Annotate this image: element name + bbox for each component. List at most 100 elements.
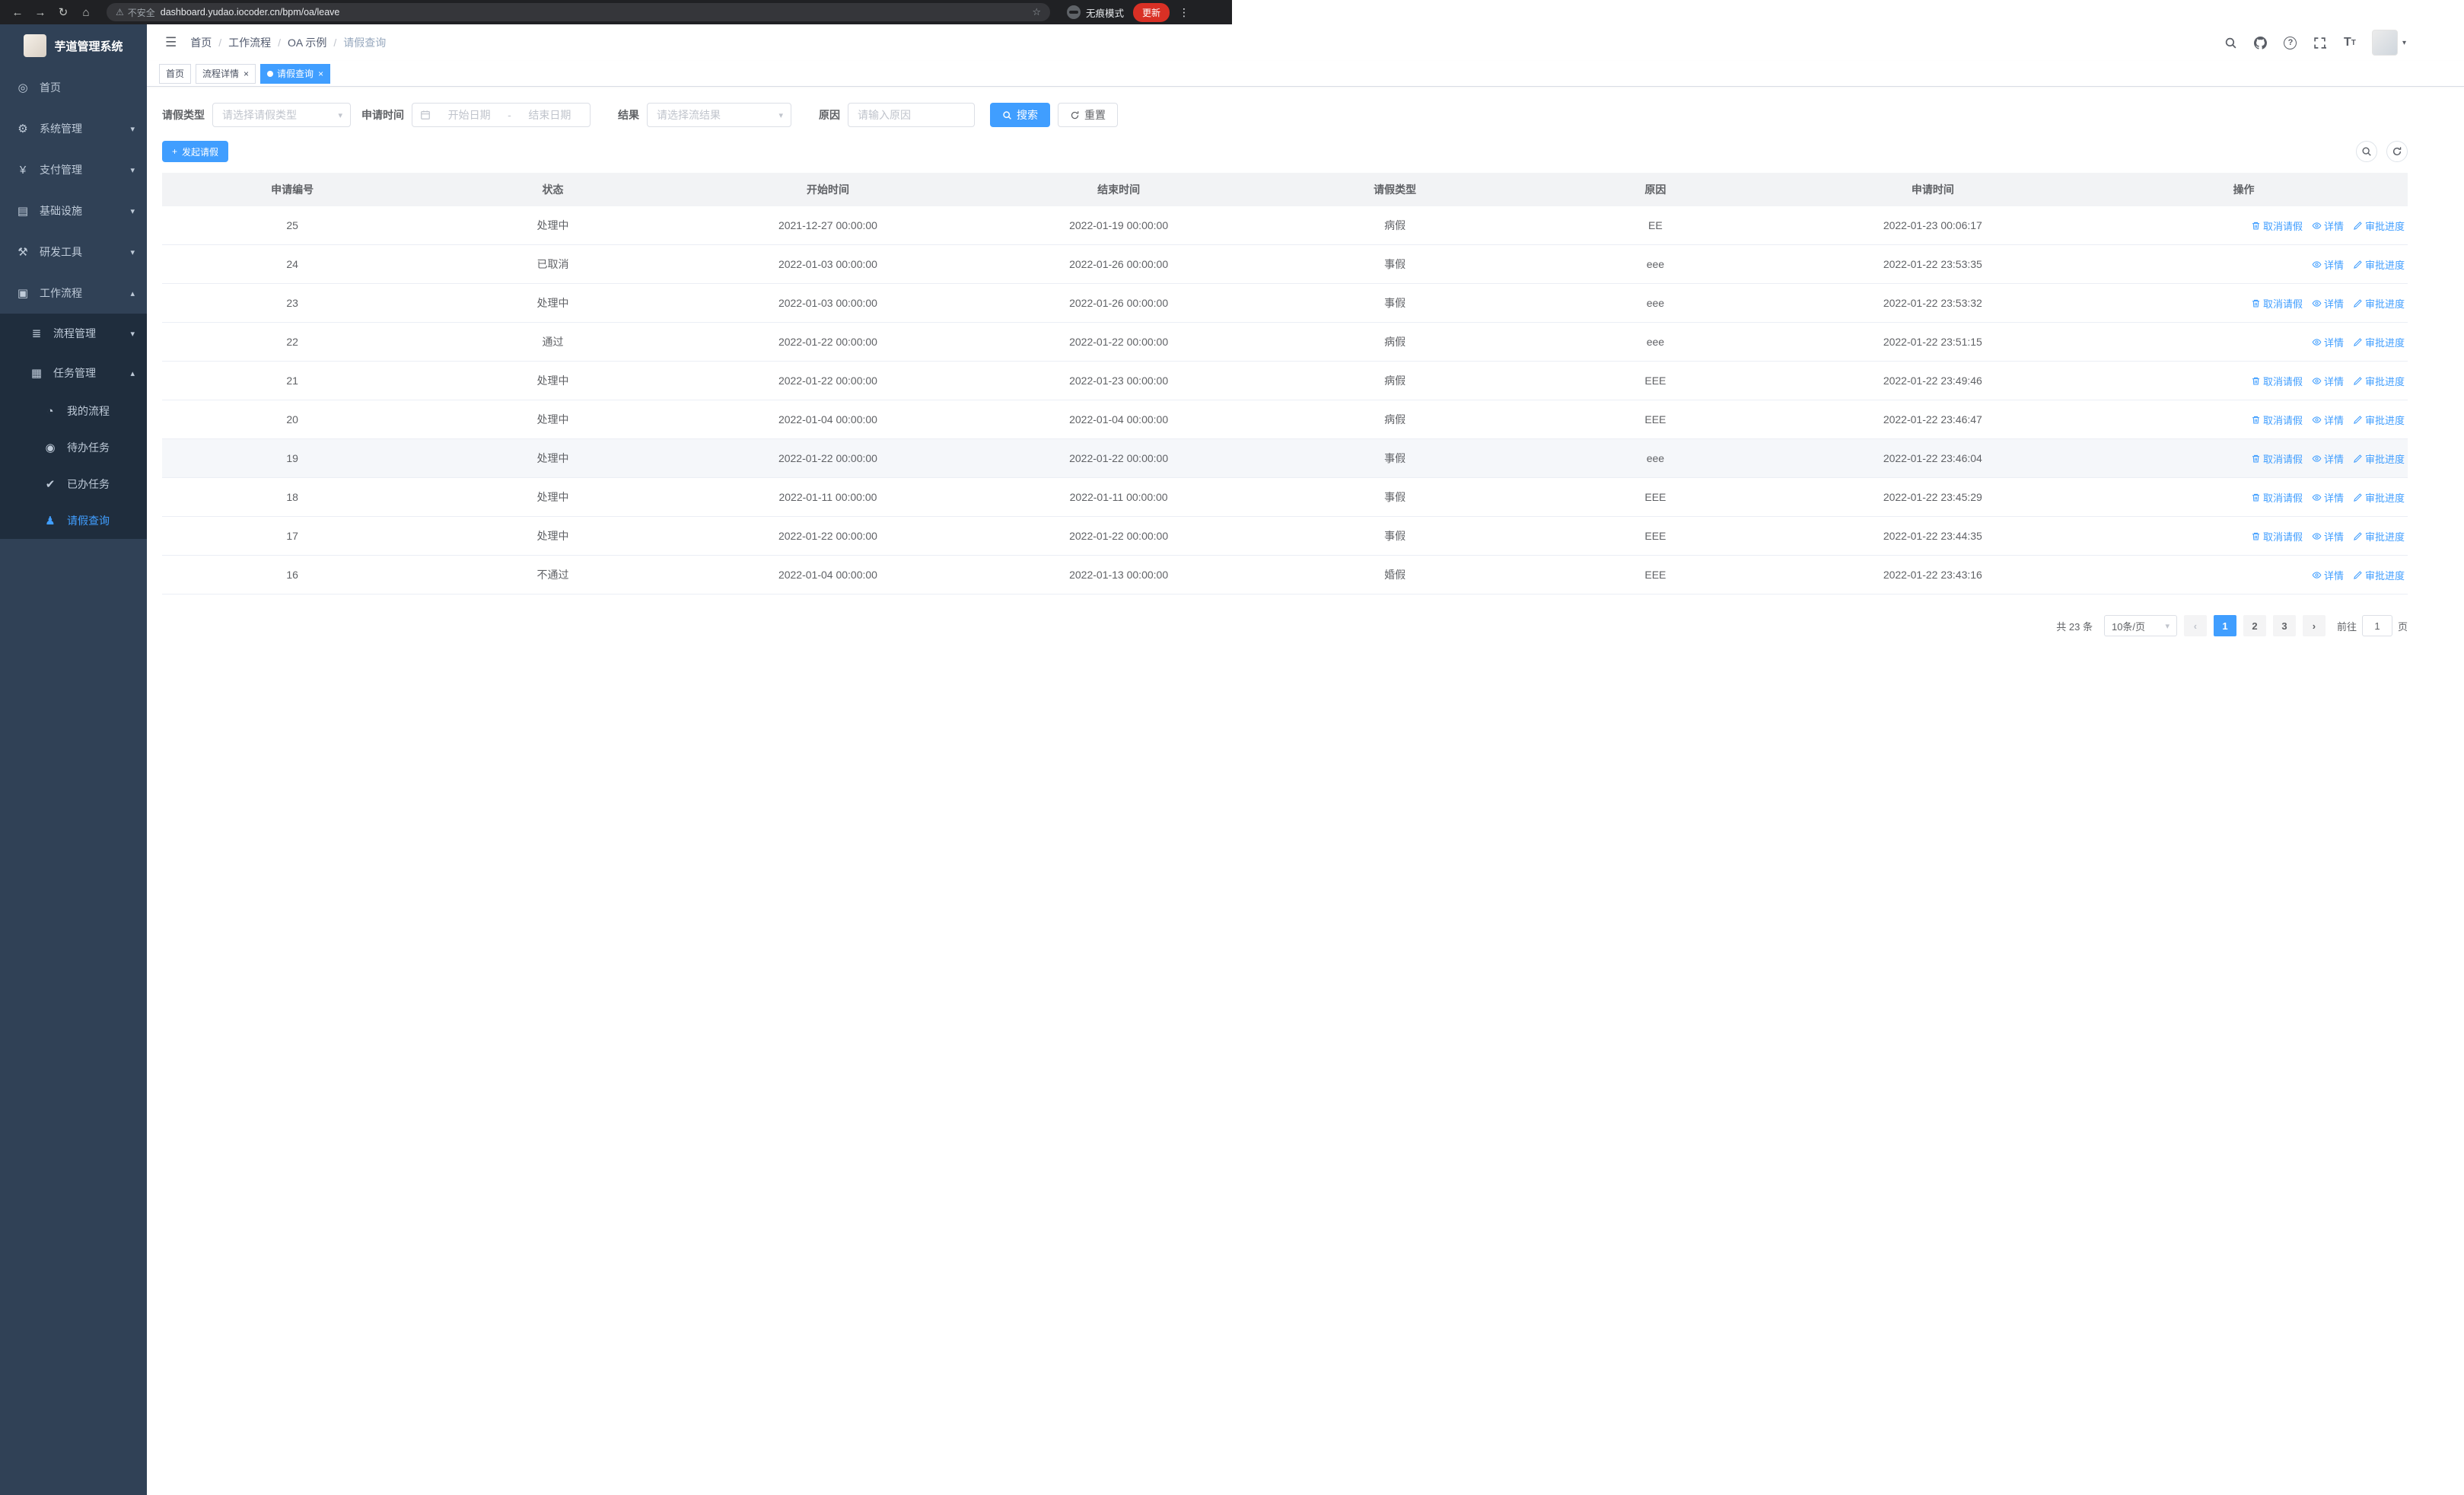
approval-progress-link[interactable]: 审批进度 — [2353, 257, 2405, 272]
approval-progress-link[interactable]: 审批进度 — [2353, 529, 2405, 543]
avatar — [2371, 30, 2398, 56]
result-select[interactable]: 请选择流结果 ▾ — [647, 103, 791, 127]
cancel-leave-link[interactable]: 取消请假 — [2251, 413, 2303, 427]
filter-form: 请假类型 请选择请假类型 ▾ 申请时间 开始日期 - 结束日期 结果 请选择流结 — [162, 103, 2408, 127]
reload-icon[interactable]: ↻ — [53, 2, 73, 22]
tab-leave-query[interactable]: 请假查询 × — [260, 63, 331, 84]
search-button[interactable]: 搜索 — [990, 103, 1050, 127]
cancel-leave-link[interactable]: 取消请假 — [2251, 218, 2303, 233]
sidebar-item-devtools[interactable]: ⚒ 研发工具 ▾ — [0, 231, 147, 273]
user-menu[interactable]: ▾ — [2371, 30, 2406, 56]
cancel-leave-link[interactable]: 取消请假 — [2251, 451, 2303, 466]
trash-icon — [2251, 531, 2261, 541]
sidebar-item-todo-tasks[interactable]: ◉ 待办任务 — [0, 429, 147, 466]
detail-link[interactable]: 详情 — [2312, 568, 2344, 582]
tab-process-detail[interactable]: 流程详情 × — [196, 63, 256, 84]
close-icon[interactable]: × — [244, 69, 249, 78]
chevron-up-icon: ▴ — [130, 368, 135, 378]
cancel-leave-link[interactable]: 取消请假 — [2251, 374, 2303, 388]
close-icon[interactable]: × — [318, 69, 323, 78]
prev-page-button[interactable]: ‹ — [2183, 615, 2207, 636]
goto-page-input[interactable] — [2361, 615, 2392, 636]
trash-icon — [2251, 454, 2261, 464]
table-row[interactable]: 24 已取消 2022-01-03 00:00:00 2022-01-26 00:00… — [162, 244, 2408, 284]
sidebar-item-my-process[interactable]: ◔ 我的流程 — [0, 393, 147, 429]
caret-down-icon: ▾ — [2402, 38, 2406, 47]
url-bar[interactable]: ⚠ 不安全 dashboard.yudao.iocoder.cn/bpm/oa/… — [107, 3, 1050, 21]
col-start-time: 开始时间 — [683, 173, 973, 206]
sidebar-item-task-management[interactable]: ▦ 任务管理 ▴ — [0, 353, 147, 393]
reset-button[interactable]: 重置 — [1058, 103, 1118, 127]
approval-progress-link[interactable]: 审批进度 — [2353, 296, 2405, 311]
page-button-1[interactable]: 1 — [2213, 615, 2236, 636]
forward-icon[interactable]: → — [30, 2, 50, 22]
detail-link[interactable]: 详情 — [2312, 413, 2344, 427]
sidebar-item-infrastructure[interactable]: ▤ 基础设施 ▾ — [0, 190, 147, 231]
cancel-leave-link[interactable]: 取消请假 — [2251, 490, 2303, 505]
approval-progress-link[interactable]: 审批进度 — [2353, 568, 2405, 582]
detail-link[interactable]: 详情 — [2312, 335, 2344, 349]
cancel-leave-link[interactable]: 取消请假 — [2251, 296, 2303, 311]
sidebar-item-done-tasks[interactable]: ✔ 已办任务 — [0, 466, 147, 502]
detail-link[interactable]: 详情 — [2312, 490, 2344, 505]
create-leave-button[interactable]: + 发起请假 — [162, 141, 229, 162]
detail-link[interactable]: 详情 — [2312, 451, 2344, 466]
page-button-2[interactable]: 2 — [2243, 615, 2266, 636]
sidebar-item-system[interactable]: ⚙ 系统管理 ▾ — [0, 108, 147, 149]
table-row[interactable]: 16 不通过 2022-01-04 00:00:00 2022-01-13 00:00… — [162, 555, 2408, 594]
table-row[interactable]: 19 处理中 2022-01-22 00:00:00 2022-01-22 00:00… — [162, 438, 2408, 478]
detail-link[interactable]: 详情 — [2312, 257, 2344, 272]
approval-progress-link[interactable]: 审批进度 — [2353, 490, 2405, 505]
cancel-leave-link[interactable]: 取消请假 — [2251, 529, 2303, 543]
home-icon[interactable]: ⌂ — [76, 2, 96, 22]
app-logo[interactable]: 芋道管理系统 — [0, 24, 147, 67]
sidebar-item-payment[interactable]: ¥ 支付管理 ▾ — [0, 149, 147, 190]
help-icon[interactable]: ? — [2283, 35, 2298, 50]
table-row[interactable]: 20 处理中 2022-01-04 00:00:00 2022-01-04 00:00… — [162, 400, 2408, 439]
apply-time-range-picker[interactable]: 开始日期 - 结束日期 — [412, 103, 591, 127]
toggle-search-button[interactable] — [2356, 141, 2377, 162]
table-row[interactable]: 21 处理中 2022-01-22 00:00:00 2022-01-23 00:00… — [162, 361, 2408, 400]
refresh-table-button[interactable] — [2386, 141, 2408, 162]
approval-progress-link[interactable]: 审批进度 — [2353, 374, 2405, 388]
breadcrumb-item[interactable]: 工作流程 — [212, 35, 271, 50]
reason-input[interactable] — [858, 109, 965, 121]
collapse-sidebar-icon[interactable]: ☰ — [158, 35, 184, 50]
table-row[interactable]: 25 处理中 2021-12-27 00:00:00 2022-01-19 00:00… — [162, 206, 2408, 245]
sidebar-item-process-management[interactable]: ≣ 流程管理 ▾ — [0, 314, 147, 353]
approval-progress-link[interactable]: 审批进度 — [2353, 451, 2405, 466]
fullscreen-icon[interactable] — [2313, 35, 2328, 50]
approval-progress-link[interactable]: 审批进度 — [2353, 218, 2405, 233]
page-button-3[interactable]: 3 — [2272, 615, 2296, 636]
detail-link[interactable]: 详情 — [2312, 374, 2344, 388]
col-apply-time: 申请时间 — [1785, 173, 2080, 206]
table-row[interactable]: 17 处理中 2022-01-22 00:00:00 2022-01-22 00:00… — [162, 516, 2408, 556]
edit-icon — [2353, 221, 2363, 231]
font-size-icon[interactable]: TT — [2342, 35, 2357, 50]
back-icon[interactable]: ← — [8, 2, 27, 22]
tab-home[interactable]: 首页 — [159, 63, 192, 84]
page-size-select[interactable]: 10条/页 ▾ — [2103, 615, 2177, 636]
github-icon[interactable] — [2253, 35, 2268, 50]
search-icon[interactable] — [2224, 35, 2239, 50]
table-row[interactable]: 22 通过 2022-01-22 00:00:00 2022-01-22 00:00:… — [162, 322, 2408, 362]
breadcrumb-item[interactable]: 首页 — [190, 35, 212, 50]
next-page-button[interactable]: › — [2302, 615, 2326, 636]
bookmark-star-icon[interactable]: ☆ — [1032, 6, 1041, 18]
table-row[interactable]: 23 处理中 2022-01-03 00:00:00 2022-01-26 00:00… — [162, 283, 2408, 323]
detail-link[interactable]: 详情 — [2312, 218, 2344, 233]
detail-link[interactable]: 详情 — [2312, 529, 2344, 543]
table-row[interactable]: 18 处理中 2022-01-11 00:00:00 2022-01-11 00:00… — [162, 477, 2408, 517]
security-warning[interactable]: ⚠ 不安全 — [116, 6, 155, 19]
breadcrumb-item[interactable]: OA 示例 — [271, 35, 326, 50]
sidebar-item-home[interactable]: ◎ 首页 — [0, 67, 147, 108]
edit-icon — [2353, 492, 2363, 502]
sidebar-item-leave-query[interactable]: ♟ 请假查询 — [0, 502, 147, 539]
leave-type-select[interactable]: 请选择请假类型 ▾ — [212, 103, 351, 127]
sidebar-item-workflow[interactable]: ▣ 工作流程 ▴ — [0, 273, 147, 314]
approval-progress-link[interactable]: 审批进度 — [2353, 413, 2405, 427]
detail-link[interactable]: 详情 — [2312, 296, 2344, 311]
update-button[interactable]: 更新 — [1132, 2, 1170, 22]
browser-menu-icon[interactable]: ⋮ — [1177, 6, 1191, 19]
approval-progress-link[interactable]: 审批进度 — [2353, 335, 2405, 349]
